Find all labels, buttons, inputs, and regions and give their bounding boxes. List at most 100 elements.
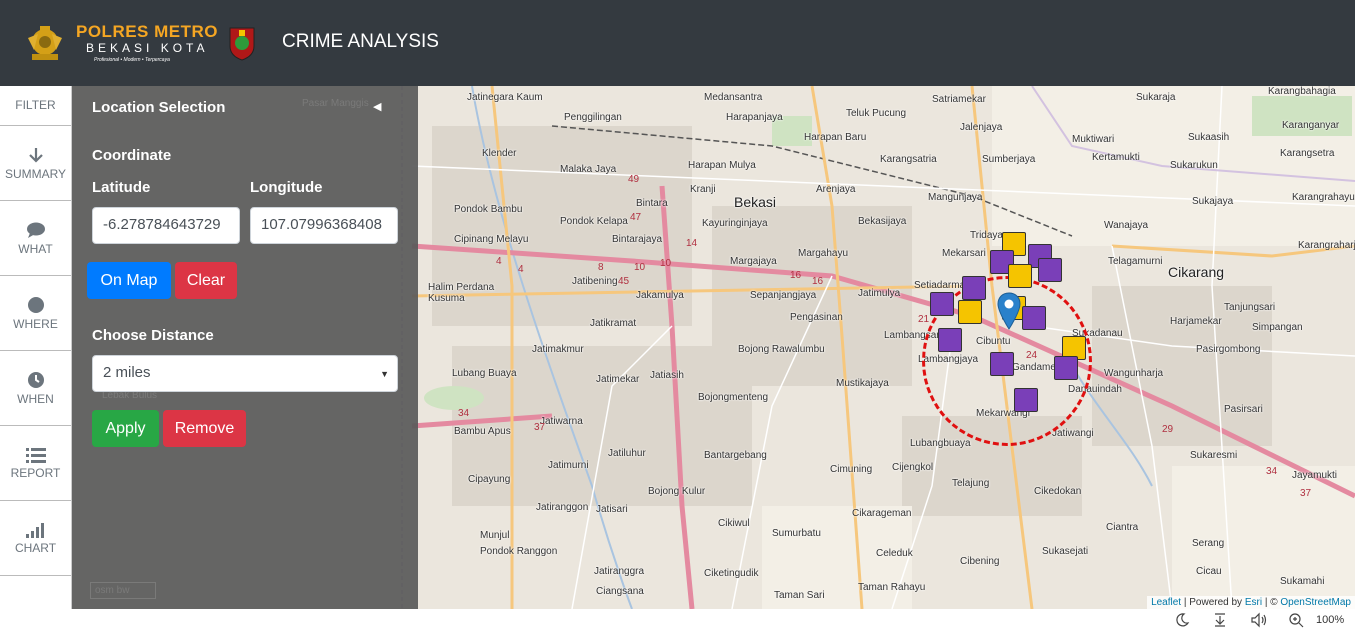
browser-status-bar: 100% [0,609,1355,631]
download-icon[interactable] [1212,612,1228,628]
robbery-marker[interactable] [938,328,962,352]
zoom-level: 100% [1316,614,1345,626]
place-label: Margahayu [798,248,849,259]
brand-tagline: Profesional • Modern • Terpercaya [94,57,170,63]
place-label: Pasirsari [1224,404,1263,415]
location-pin-icon[interactable] [997,292,1021,330]
remove-button[interactable]: Remove [163,410,246,447]
apply-button[interactable]: Apply [92,410,159,447]
road-number: 16 [812,276,824,287]
place-label: Kayuringinjaya [702,218,768,229]
place-label: Pengasinan [790,312,843,323]
place-label: Celeduk [876,548,913,559]
place-label: Jatiasih [650,370,684,381]
road-number: 47 [630,212,642,223]
place-label: Medansantra [704,92,763,103]
underlying-map-label: osm bw [90,582,156,599]
osm-link[interactable]: OpenStreetMap [1280,597,1351,608]
place-label: Halim Perdana Kusuma [428,282,495,304]
place-label: Jatisari [596,504,628,515]
esri-link[interactable]: Esri [1245,597,1262,608]
place-label: Wangunharja [1104,368,1164,379]
place-label: Bojong Rawalumbu [738,344,825,355]
latitude-input[interactable]: -6.278784643729 [92,207,240,244]
place-label: Cikiwul [718,518,750,529]
place-label: Satriamekar [932,94,986,105]
longitude-label: Longitude [250,179,323,196]
location-selection-panel: Pasar Manggis Lebak Bulus osm bw Locatio… [72,86,418,609]
longitude-input[interactable]: 107.07996368408 [250,207,398,244]
nav-filter[interactable]: FILTER [0,86,71,126]
place-label: Jatiranggon [536,502,589,513]
zoom-icon[interactable] [1288,612,1304,628]
nav-chart-label: CHART [14,540,57,555]
nav-chart[interactable]: CHART [0,501,71,576]
place-label: Lubang Buaya [452,368,517,379]
road-number: 10 [634,262,646,273]
nav-when-label: WHEN [17,391,54,406]
robbery-marker[interactable] [1054,356,1078,380]
road-number: 10 [660,258,672,269]
road-number: 49 [628,174,640,185]
place-label: Malaka Jaya [560,164,617,175]
robbery-marker[interactable] [962,276,986,300]
road-number: 4 [518,264,524,275]
place-label: Cipayung [468,474,511,485]
robbery-marker[interactable] [930,292,954,316]
place-label: Ciantra [1106,522,1139,533]
place-label: Sukasejati [1042,546,1089,557]
nav-where[interactable]: WHERE [0,276,71,351]
robbery-marker[interactable] [1038,258,1062,282]
on-map-button[interactable]: On Map [87,262,171,299]
place-label: Kertamukti [1092,152,1140,163]
nav-where-label: WHERE [13,316,58,331]
clear-button[interactable]: Clear [175,262,237,299]
road-number: 34 [1266,466,1278,477]
collapse-panel-icon[interactable]: ◀ [373,100,381,113]
place-label: Setiadarma [914,280,966,291]
place-label: Jatiluhur [608,448,646,459]
nav-what[interactable]: WHAT [0,201,71,276]
place-label: Pasirgombong [1196,344,1261,355]
nav-when[interactable]: WHEN [0,351,71,426]
place-label: Bantargebang [704,450,767,461]
place-label: Wanajaya [1104,220,1149,231]
place-label: Jatikramat [590,318,637,329]
road-number: 21 [918,314,930,325]
place-label: Munjul [480,530,510,541]
place-label: Karanganyar [1282,120,1340,131]
bar-signal-icon [25,522,44,538]
robbery-marker[interactable] [990,352,1014,376]
leaflet-link[interactable]: Leaflet [1151,597,1181,608]
place-label: Harapan Baru [804,132,867,143]
place-label: Jatimurni [548,460,589,471]
place-label: Pondok Bambu [454,204,523,215]
choose-distance-label: Choose Distance [92,327,214,344]
distance-select[interactable]: 2 miles ▼ [92,355,398,392]
place-label: Sumurbatu [772,528,821,539]
list-icon [25,447,46,463]
place-label: Tanjungsari [1224,302,1276,313]
panel-title: Location Selection [92,99,226,116]
attribution-sep: | © [1264,597,1278,608]
place-label: Karangsatria [880,154,937,165]
place-label: Karangsetra [1280,148,1335,159]
place-label: Cicau [1196,566,1222,577]
moon-icon[interactable] [1174,612,1190,628]
brand-line-2: BEKASI KOTA [86,41,209,55]
speaker-icon[interactable] [1250,612,1268,628]
vehicle-crime-marker[interactable] [1008,264,1032,288]
nav-report[interactable]: REPORT [0,426,71,501]
road-number: 4 [496,256,502,267]
road-number: 34 [458,408,470,419]
place-label: Jakamulya [636,290,684,301]
place-label: Bintarajaya [612,234,663,245]
app-title: CRIME ANALYSIS [282,31,439,52]
nav-summary[interactable]: SUMMARY [0,126,71,201]
vehicle-crime-marker[interactable] [958,300,982,324]
police-badge-icon [28,26,62,60]
robbery-marker[interactable] [1014,388,1038,412]
robbery-marker[interactable] [1022,306,1046,330]
place-label: Serang [1192,538,1225,549]
place-label: Cikedokan [1034,486,1082,497]
